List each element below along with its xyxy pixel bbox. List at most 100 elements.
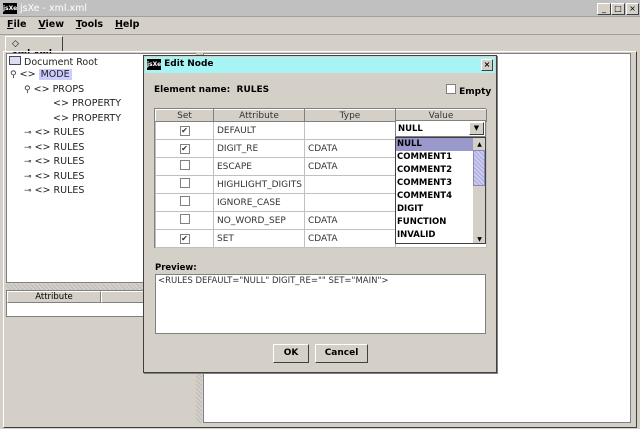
set-cell[interactable]: ✔ — [155, 229, 214, 248]
empty-label: Empty — [459, 87, 492, 97]
tree-node-mode[interactable]: ⚲ <> MODE — [10, 69, 72, 80]
tree-node-label: RULES — [53, 185, 85, 196]
tree-node-rules[interactable]: ⊸ <> RULES — [24, 171, 84, 182]
minimize-button[interactable]: _ — [597, 3, 611, 15]
dropdown-option[interactable]: COMMENT3 — [396, 177, 473, 190]
tree-node-label: PROPERTY — [71, 98, 122, 109]
tree-node-property[interactable]: <> PROPERTY — [53, 113, 121, 124]
menu-help[interactable]: Help — [115, 19, 139, 30]
set-header[interactable]: Set — [155, 109, 214, 122]
set-checkbox[interactable] — [179, 214, 190, 224]
collapsed-handle-icon[interactable]: ⊸ — [24, 186, 32, 196]
tree-node-label: RULES — [53, 156, 85, 167]
set-checkbox[interactable] — [179, 178, 190, 188]
tree-node-rules[interactable]: ⊸ <> RULES — [24, 127, 84, 138]
dropdown-option[interactable]: INVALID — [396, 229, 473, 242]
empty-checkbox[interactable]: Empty — [446, 84, 491, 97]
set-checkbox[interactable]: ✔ — [179, 143, 190, 154]
close-button[interactable]: × — [626, 3, 639, 15]
dropdown-option[interactable]: COMMENT4 — [396, 190, 473, 203]
element-icon: <> — [34, 156, 51, 167]
element-name-label: Element name: — [154, 85, 231, 95]
tree-node-label: RULES — [53, 127, 85, 138]
value-dropdown-list[interactable]: INVALID FUNCTION DIGIT COMMENT4 COMMENT3 COMM… — [395, 137, 486, 244]
file-icon: ◇ — [12, 39, 19, 49]
tree-node-property[interactable]: <> PROPERTY — [53, 98, 121, 109]
attribute-column-header[interactable]: Attribute — [7, 291, 101, 303]
set-cell[interactable]: ✔ — [155, 121, 214, 140]
tab-xml-xml[interactable]: ◇ xml.xml — [5, 36, 63, 59]
attribute-cell: HIGHLIGHT_DIGITS — [213, 175, 305, 194]
type-cell: CDATA — [304, 211, 396, 230]
dropdown-option[interactable]: NULL — [396, 138, 473, 151]
preview-label: Preview: — [155, 263, 197, 273]
edit-node-dialog: jsXe Edit Node × Element name: RULES Emp… — [143, 55, 497, 373]
expanded-handle-icon[interactable]: ⚲ — [24, 85, 31, 95]
tree-node-label: PROPS — [52, 84, 85, 95]
collapsed-handle-icon[interactable]: ⊸ — [24, 143, 32, 153]
scroll-down-icon[interactable]: ▼ — [473, 233, 485, 246]
expanded-handle-icon[interactable]: ⚲ — [10, 70, 17, 80]
element-name-value: RULES — [236, 85, 270, 95]
cancel-button[interactable]: Cancel — [315, 344, 368, 363]
set-cell[interactable]: ✔ — [155, 139, 214, 158]
menu-view[interactable]: View — [38, 19, 64, 30]
collapsed-handle-icon[interactable]: ⊸ — [24, 128, 32, 138]
element-icon: <> — [33, 84, 50, 95]
menu-file[interactable]: File — [7, 19, 26, 30]
preview-textarea[interactable]: <RULES DEFAULT="NULL" DIGIT_RE="" SET="M… — [155, 274, 486, 334]
dropdown-option[interactable]: FUNCTION — [396, 216, 473, 229]
set-checkbox[interactable] — [179, 160, 190, 170]
attribute-cell: NO_WORD_SEP — [213, 211, 305, 230]
set-checkbox[interactable]: ✔ — [179, 125, 190, 136]
dialog-title: Edit Node — [164, 59, 214, 69]
set-cell[interactable] — [155, 211, 214, 230]
dialog-close-button[interactable]: × — [481, 59, 493, 71]
scrollbar[interactable]: ▲ ▼ — [473, 138, 485, 243]
element-icon: <> — [53, 98, 69, 109]
dropdown-option[interactable]: COMMENT1 — [396, 151, 473, 164]
collapsed-handle-icon[interactable]: ⊸ — [24, 157, 32, 167]
type-cell: CDATA — [304, 157, 396, 176]
attribute-cell: SET — [213, 229, 305, 248]
set-checkbox[interactable]: ✔ — [179, 233, 190, 244]
scroll-up-icon[interactable]: ▲ — [473, 138, 485, 151]
type-cell — [304, 193, 396, 212]
attribute-cell: DEFAULT — [213, 121, 305, 140]
set-cell[interactable] — [155, 193, 214, 212]
tree-node-rules[interactable]: ⊸ <> RULES — [24, 156, 84, 167]
scrollbar-thumb[interactable] — [473, 150, 485, 186]
combobox-value: NULL — [398, 124, 423, 134]
set-cell[interactable] — [155, 157, 214, 176]
dropdown-option[interactable]: COMMENT2 — [396, 164, 473, 177]
ok-button[interactable]: OK — [273, 344, 309, 363]
dropdown-option[interactable]: DIGIT — [396, 203, 473, 216]
attribute-cell: DIGIT_RE — [213, 139, 305, 158]
set-cell[interactable] — [155, 175, 214, 194]
window-title: jsXe - xml.xml — [20, 3, 88, 14]
collapsed-handle-icon[interactable]: ⊸ — [24, 172, 32, 182]
tree-node-props[interactable]: ⚲ <> PROPS — [24, 84, 84, 95]
attribute-cell: ESCAPE — [213, 157, 305, 176]
tree-node-rules[interactable]: ⊸ <> RULES — [24, 142, 84, 153]
element-icon: <> — [34, 142, 51, 153]
app-logo-icon: jsXe — [3, 3, 18, 14]
set-checkbox[interactable] — [179, 196, 190, 206]
tree-node-rules[interactable]: ⊸ <> RULES — [24, 185, 84, 196]
checkbox-icon[interactable] — [446, 84, 456, 94]
type-cell — [304, 175, 396, 194]
maximize-button[interactable]: □ — [611, 3, 625, 15]
tree-root[interactable]: Document Root — [9, 56, 98, 68]
menu-tools[interactable]: Tools — [76, 19, 103, 30]
element-icon: <> — [19, 69, 36, 80]
type-cell: CDATA — [304, 139, 396, 158]
chevron-down-icon[interactable]: ▼ — [469, 122, 484, 135]
attribute-header[interactable]: Attribute — [213, 109, 305, 122]
type-cell — [304, 121, 396, 140]
dialog-title-bar: jsXe Edit Node × — [145, 57, 495, 73]
app-logo-icon: jsXe — [147, 59, 162, 70]
tree-node-label: RULES — [53, 142, 85, 153]
title-bar: jsXe jsXe - xml.xml _ □ × — [0, 0, 640, 17]
type-header[interactable]: Type — [304, 109, 396, 122]
value-combobox[interactable]: NULL ▼ — [395, 120, 486, 137]
